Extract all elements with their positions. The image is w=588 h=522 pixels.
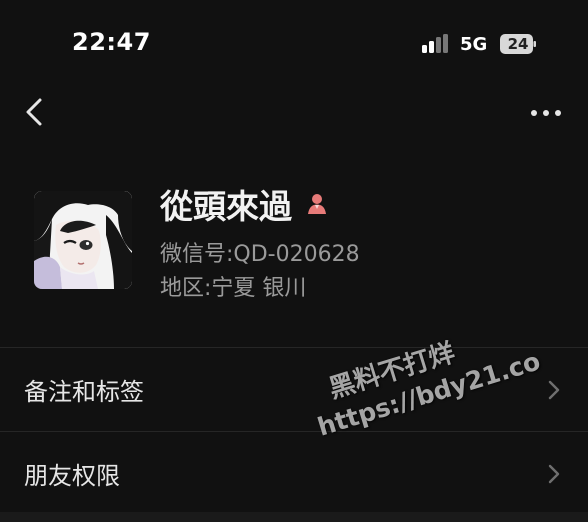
avatar-image xyxy=(34,191,132,289)
profile-name: 從頭來過 xyxy=(160,187,292,226)
network-type: 5G xyxy=(460,34,488,55)
friend-permissions-row[interactable]: 朋友权限 xyxy=(0,432,588,514)
chevron-left-icon xyxy=(26,98,42,126)
friend-permissions-label: 朋友权限 xyxy=(24,462,120,490)
region: 地区:宁夏 银川 xyxy=(160,276,307,301)
more-dots-icon xyxy=(531,110,561,116)
more-options-button[interactable] xyxy=(524,98,568,128)
battery-level: 24 xyxy=(507,35,529,53)
chevron-right-icon xyxy=(548,380,560,400)
battery-icon: 24 xyxy=(500,34,536,54)
bottom-section-edge xyxy=(0,512,588,522)
status-bar: 22:47 5G 24 xyxy=(0,0,588,88)
profile-name-row: 從頭來過 xyxy=(160,183,330,226)
female-user-icon xyxy=(308,194,326,214)
status-time: 22:47 xyxy=(72,28,151,56)
cellular-signal-icon xyxy=(422,34,448,53)
chevron-right-icon xyxy=(548,464,560,484)
avatar[interactable] xyxy=(34,191,132,289)
back-button[interactable] xyxy=(18,92,54,132)
remark-and-tags-label: 备注和标签 xyxy=(24,378,144,406)
wechat-id: 微信号:QD-020628 xyxy=(160,242,360,267)
